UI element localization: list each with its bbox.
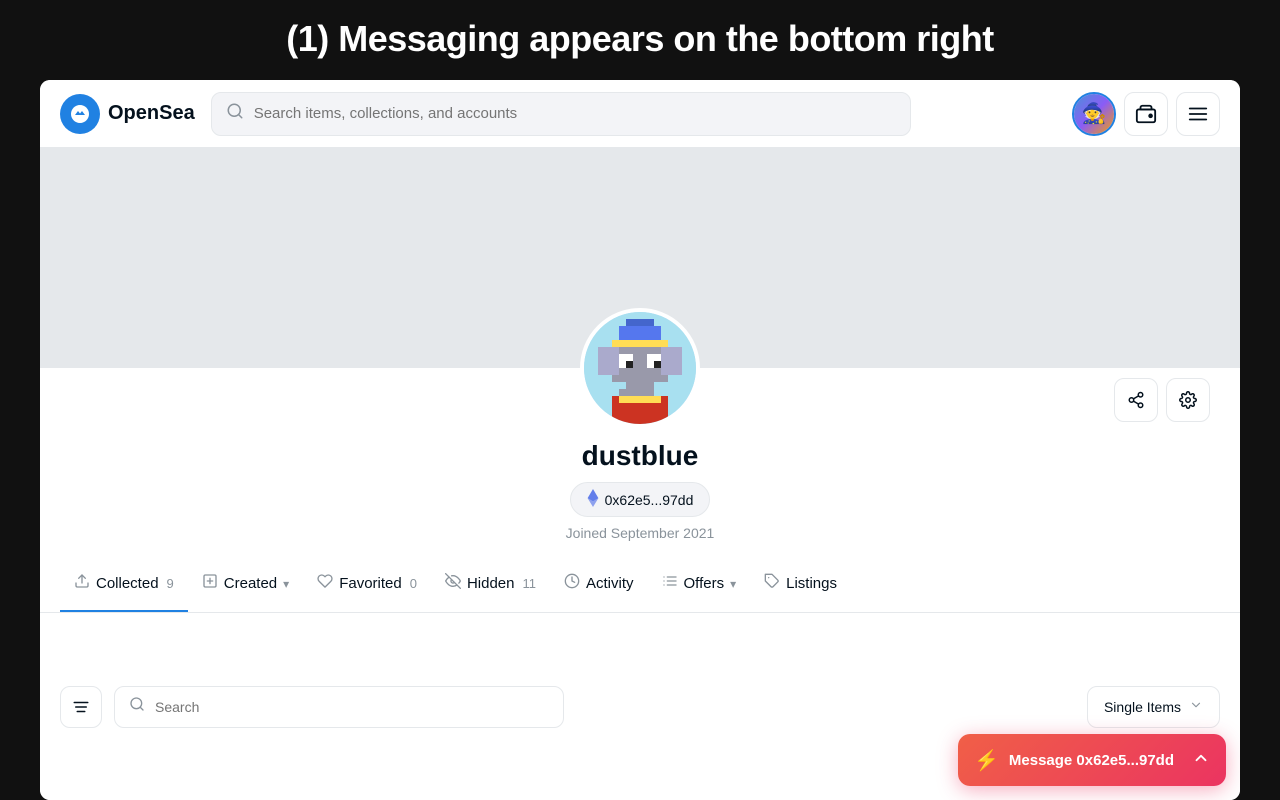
- sort-dropdown-label: Single Items: [1104, 699, 1181, 715]
- activity-icon: [564, 573, 580, 594]
- created-chevron: ▾: [283, 577, 289, 591]
- tab-hidden[interactable]: Hidden 11: [431, 557, 550, 612]
- nav-right: 🧙: [1072, 92, 1220, 136]
- navbar: OpenSea 🧙: [40, 80, 1240, 148]
- tab-offers-label: Offers: [684, 575, 725, 592]
- top-banner: (1) Messaging appears on the bottom righ…: [0, 0, 1280, 80]
- tab-listings-label: Listings: [786, 575, 837, 592]
- toast-lightning-icon: ⚡: [974, 748, 999, 773]
- wallet-address: 0x62e5...97dd: [605, 492, 694, 508]
- tab-collected[interactable]: Collected 9: [60, 557, 188, 612]
- created-icon: [202, 573, 218, 594]
- tab-hidden-count: 11: [523, 576, 537, 591]
- joined-date: Joined September 2021: [566, 525, 715, 541]
- favorited-icon: [317, 573, 333, 594]
- search-input[interactable]: [254, 105, 896, 122]
- profile-username: dustblue: [582, 440, 699, 472]
- user-avatar-button[interactable]: 🧙: [1072, 92, 1116, 136]
- tab-created[interactable]: Created ▾: [188, 557, 303, 612]
- tab-favorited-label: Favorited: [339, 575, 402, 592]
- messaging-toast[interactable]: ⚡ Message 0x62e5...97dd: [958, 734, 1226, 786]
- profile-avatar-wrapper: [580, 308, 700, 428]
- hidden-icon: [445, 573, 461, 594]
- tab-favorited-count: 0: [410, 576, 417, 591]
- tab-collected-label: Collected: [96, 575, 159, 592]
- avatar-image: 🧙: [1074, 94, 1114, 134]
- offers-icon: [662, 573, 678, 594]
- tab-favorited[interactable]: Favorited 0: [303, 557, 431, 612]
- items-search-bar[interactable]: [114, 686, 564, 728]
- search-bar[interactable]: [211, 92, 911, 136]
- menu-icon-button[interactable]: [1176, 92, 1220, 136]
- wallet-icon-button[interactable]: [1124, 92, 1168, 136]
- items-search-input[interactable]: [155, 699, 549, 715]
- toast-collapse-icon[interactable]: [1192, 749, 1210, 772]
- offers-chevron: ▾: [730, 577, 736, 591]
- profile-actions: [1114, 378, 1210, 422]
- sort-dropdown[interactable]: Single Items: [1087, 686, 1220, 728]
- tab-listings[interactable]: Listings: [750, 557, 851, 612]
- tabs-bar: Collected 9 Created ▾: [40, 557, 1240, 613]
- logo-text: OpenSea: [108, 102, 195, 125]
- eth-icon: [587, 489, 599, 510]
- sort-dropdown-chevron: [1189, 698, 1203, 715]
- listings-icon: [764, 573, 780, 594]
- search-icon: [226, 102, 244, 125]
- logo[interactable]: OpenSea: [60, 94, 195, 134]
- filter-button[interactable]: [60, 686, 102, 728]
- share-button[interactable]: [1114, 378, 1158, 422]
- toast-message-text: Message 0x62e5...97dd: [1009, 752, 1174, 769]
- profile-content: dustblue 0x62e5...97dd Joined September …: [40, 368, 1240, 557]
- tab-created-label: Created: [224, 575, 277, 592]
- tab-activity-label: Activity: [586, 575, 634, 592]
- items-search-icon: [129, 696, 145, 717]
- wallet-badge[interactable]: 0x62e5...97dd: [570, 482, 711, 517]
- tab-activity[interactable]: Activity: [550, 557, 648, 612]
- banner-title: (1) Messaging appears on the bottom righ…: [286, 18, 994, 59]
- opensea-logo-icon: [60, 94, 100, 134]
- tab-collected-count: 9: [167, 576, 174, 591]
- collected-icon: [74, 573, 90, 594]
- tab-hidden-label: Hidden: [467, 575, 515, 592]
- browser-window: OpenSea 🧙: [40, 80, 1240, 800]
- settings-button[interactable]: [1166, 378, 1210, 422]
- tab-offers[interactable]: Offers ▾: [648, 557, 751, 612]
- profile-avatar: [580, 308, 700, 428]
